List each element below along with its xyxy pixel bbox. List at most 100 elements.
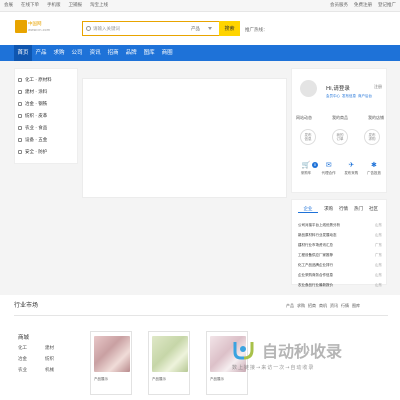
nav-item[interactable]: 资讯 (86, 45, 104, 61)
publish-info-button[interactable]: 发布 信息 (300, 129, 316, 145)
login-prompt[interactable]: Hi,请登录 (326, 84, 350, 92)
mall-link[interactable]: 冶金 (18, 356, 45, 362)
category-icon (18, 138, 22, 142)
main-nav: 首页 产品 求购 公司 资讯 招商 品牌 图库 商圈 (0, 45, 400, 61)
product-card[interactable]: 产品展示 (148, 331, 190, 395)
sidebar-item[interactable]: 纺织 · 皮革 (15, 111, 79, 121)
watermark-title: 自动秒收录 (262, 342, 343, 361)
clover-icon: ✱ (371, 161, 377, 169)
tab-site-news[interactable]: 网站动态 (296, 115, 312, 121)
mall-link[interactable]: 建材 (45, 345, 72, 351)
mall-link[interactable]: 纺织 (45, 356, 72, 362)
agent-action[interactable]: ✉ 代理合作 (319, 161, 339, 176)
market-link[interactable]: 行情 (341, 303, 349, 309)
market-link[interactable]: 资讯 (330, 303, 338, 309)
mall-link[interactable]: 农业 (18, 367, 45, 373)
tab-my-products[interactable]: 我的商品 (332, 115, 348, 121)
news-tab[interactable]: 热门 (354, 206, 363, 213)
logo-text: 中国网 (28, 22, 42, 27)
cart-count-badge: 0 (312, 162, 318, 168)
divider (14, 315, 388, 316)
publish-link[interactable]: 发布信息 (342, 94, 356, 99)
logo-subtext: www.cn.com (28, 28, 51, 32)
sidebar-item[interactable]: 冶金 · 钢铁 (15, 99, 79, 109)
mall-link[interactable]: 化工 (18, 345, 45, 351)
user-panel: Hi,请登录 注册 会员中心 发布信息 商户后台 网站动态 我的商品 我的店铺 … (291, 68, 387, 193)
nav-item[interactable]: 商圈 (158, 45, 176, 61)
search-button[interactable]: 搜索 (219, 21, 240, 36)
news-item[interactable]: 建材行业市场资讯汇总 广东 (298, 240, 382, 250)
top-link[interactable]: 手机版 (47, 2, 61, 8)
market-link[interactable]: 求购 (297, 303, 305, 309)
tab-my-store[interactable]: 我的店铺 (368, 115, 384, 121)
plane-icon: ✈ (348, 161, 355, 169)
top-link[interactable]: 免费注册 (354, 2, 372, 8)
top-link[interactable]: 会展 (4, 2, 13, 8)
search-input[interactable]: 请输入关键词 (93, 26, 120, 32)
news-item[interactable]: 公司对接平台上线优势分析 山东 (298, 220, 382, 230)
nav-item[interactable]: 公司 (68, 45, 86, 61)
top-link[interactable]: 在线下单 (21, 2, 39, 8)
nav-item[interactable]: 求购 (50, 45, 68, 61)
category-icon (18, 78, 22, 82)
purchase-action[interactable]: ✈ 发布采购 (341, 161, 361, 176)
banner-placeholder[interactable] (82, 78, 287, 198)
category-icon (18, 126, 22, 130)
market-link[interactable]: 招商 (308, 303, 316, 309)
category-sidebar: 化工 · 原材料 建材 · 涂料 冶金 · 钢铁 纺织 · 皮革 农业 · 食品… (14, 68, 78, 164)
news-item[interactable]: 化工产品品牌企业排行 山东 (298, 260, 382, 270)
category-icon (18, 150, 22, 154)
market-link[interactable]: 产品 (286, 303, 294, 309)
news-tab[interactable]: 社区 (369, 206, 378, 213)
product-image (152, 336, 188, 372)
news-item[interactable]: 农业食品行业最新报价 山东 (298, 280, 382, 290)
chevron-down-icon (208, 27, 212, 30)
merchant-link[interactable]: 商户后台 (358, 94, 372, 99)
sidebar-item[interactable]: 安全 · 防护 (15, 147, 79, 157)
top-bar: 会展 在线下单 手机版 卫捕报 淘宝上线 会员服务 免费注册 登记推广 (0, 0, 400, 12)
publish-request-button[interactable]: 发布 求购 (364, 129, 380, 145)
category-icon (18, 102, 22, 106)
news-item[interactable]: 新品原材料行业发展动态 山东 (298, 230, 382, 240)
member-center-link[interactable]: 会员中心 (326, 94, 340, 99)
header: 中国网 www.cn.com 请输入关键词 产品 搜索 推广热线： (0, 12, 400, 45)
market-link[interactable]: 图库 (352, 303, 360, 309)
news-item[interactable]: 工程设备供应厂家推荐 广东 (298, 250, 382, 260)
news-tab[interactable]: 企业 (298, 206, 318, 213)
news-tab[interactable]: 行情 (339, 206, 348, 213)
search-icon (86, 26, 91, 31)
register-link[interactable]: 注册 (374, 84, 382, 90)
sidebar-item[interactable]: 化工 · 原材料 (15, 75, 79, 85)
nav-item[interactable]: 图库 (140, 45, 158, 61)
site-logo[interactable]: 中国网 www.cn.com (15, 19, 51, 37)
search-category-select[interactable]: 产品 (191, 26, 200, 32)
news-panel: 企业 求购 行情 热门 社区 公司对接平台上线优势分析 山东 新品原材料行业发展动… (291, 199, 387, 287)
sidebar-item[interactable]: 建材 · 涂料 (15, 87, 79, 97)
watermark-logo-icon (233, 342, 254, 360)
category-icon (18, 114, 22, 118)
my-orders-button[interactable]: 我的 订单 (332, 129, 348, 145)
nav-item[interactable]: 产品 (32, 45, 50, 61)
mall-title: 商城 (18, 335, 30, 341)
top-link[interactable]: 会员服务 (330, 2, 348, 8)
nav-item-home[interactable]: 首页 (14, 45, 33, 61)
nav-item[interactable]: 招商 (104, 45, 122, 61)
top-link[interactable]: 登记推广 (378, 2, 396, 8)
category-icon (18, 90, 22, 94)
sidebar-item[interactable]: 设备 · 五金 (15, 135, 79, 145)
mail-icon: ✉ (325, 161, 332, 169)
section-title: 行业市场 (14, 302, 39, 309)
ads-action[interactable]: ✱ 广告投放 (364, 161, 384, 176)
news-tab[interactable]: 求购 (324, 206, 333, 213)
search-box[interactable]: 请输入关键词 产品 (82, 21, 240, 36)
market-link[interactable]: 商机 (319, 303, 327, 309)
news-item[interactable]: 企业采购商务合作信息 山东 (298, 270, 382, 280)
product-image (94, 336, 130, 372)
product-card[interactable]: 产品展示 (90, 331, 132, 395)
nav-item[interactable]: 品牌 (122, 45, 140, 61)
sidebar-item[interactable]: 农业 · 食品 (15, 123, 79, 133)
top-link[interactable]: 淘宝上线 (90, 2, 108, 8)
top-link[interactable]: 卫捕报 (69, 2, 83, 8)
mall-link[interactable]: 机械 (45, 367, 72, 373)
avatar[interactable] (300, 80, 317, 97)
